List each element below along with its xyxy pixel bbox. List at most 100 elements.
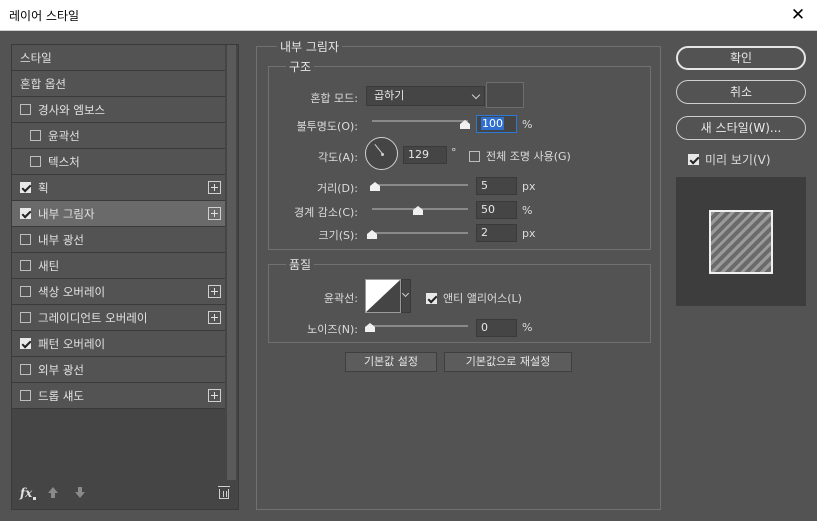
- close-icon[interactable]: ✕: [787, 4, 809, 26]
- distance-label: 거리(D):: [317, 182, 358, 195]
- window-title: 레이어 스타일: [9, 9, 80, 23]
- style-item-label: 스타일: [20, 50, 52, 65]
- style-item-label: 외부 광선: [38, 362, 84, 377]
- styles-panel: 스타일혼합 옵션경사와 엠보스윤곽선텍스처획 내부 그림자내부 광선새틴색상 오버…: [11, 44, 239, 510]
- styles-scrollbar[interactable]: [225, 45, 238, 480]
- size-slider-thumb[interactable]: [367, 230, 377, 239]
- style-item-label: 경사와 엠보스: [38, 102, 106, 117]
- choke-label: 경계 감소(C):: [294, 206, 358, 219]
- preview-label: 미리 보기(V): [705, 153, 771, 167]
- new-style-button[interactable]: 새 스타일(W)...: [676, 116, 806, 140]
- section-title: 내부 그림자: [277, 38, 343, 55]
- style-item[interactable]: 드롭 섀도: [12, 383, 226, 409]
- style-item-checkbox[interactable]: [20, 364, 31, 375]
- styles-list: 스타일혼합 옵션경사와 엠보스윤곽선텍스처획 내부 그림자내부 광선새틴색상 오버…: [12, 45, 226, 409]
- style-item-label: 패턴 오버레이: [38, 336, 106, 351]
- style-item-checkbox[interactable]: [20, 104, 31, 115]
- contour-preview[interactable]: [365, 279, 401, 313]
- style-item[interactable]: 내부 광선: [12, 227, 226, 253]
- style-item-checkbox[interactable]: [30, 130, 41, 141]
- quality-title: 품질: [286, 256, 315, 273]
- scrollbar-thumb[interactable]: [227, 45, 236, 480]
- shadow-color-swatch[interactable]: [486, 82, 524, 108]
- noise-label: 노이즈(N):: [307, 323, 358, 336]
- style-item[interactable]: 패턴 오버레이: [12, 331, 226, 357]
- opacity-label: 불투명도(O):: [296, 120, 358, 133]
- move-down-icon[interactable]: [75, 487, 85, 498]
- add-effect-icon[interactable]: [208, 311, 221, 324]
- style-item[interactable]: 텍스처: [12, 149, 226, 175]
- title-bar: 레이어 스타일 ✕: [0, 0, 817, 31]
- style-item-checkbox[interactable]: [20, 260, 31, 271]
- antialias-checkbox[interactable]: [426, 292, 437, 304]
- style-item[interactable]: 외부 광선: [12, 357, 226, 383]
- choke-input[interactable]: 50: [476, 201, 517, 219]
- noise-slider-thumb[interactable]: [365, 323, 375, 332]
- global-light-toggle[interactable]: 전체 조명 사용(G): [469, 148, 571, 164]
- global-light-checkbox[interactable]: [469, 150, 480, 162]
- blend-mode-label: 혼합 모드:: [310, 92, 358, 105]
- style-item[interactable]: 스타일: [12, 45, 226, 71]
- size-slider-track[interactable]: [372, 232, 468, 234]
- style-item-checkbox[interactable]: [20, 390, 31, 401]
- angle-unit: °: [451, 146, 457, 159]
- angle-dial[interactable]: [365, 137, 398, 170]
- reset-to-default-button[interactable]: 기본값으로 재설정: [444, 352, 572, 372]
- global-light-label: 전체 조명 사용(G): [486, 150, 571, 163]
- preview-checkbox[interactable]: [688, 154, 699, 165]
- style-item-checkbox[interactable]: [30, 156, 41, 167]
- fx-icon[interactable]: fx: [20, 486, 32, 500]
- style-item-label: 색상 오버레이: [38, 284, 106, 299]
- distance-slider-thumb[interactable]: [370, 182, 380, 191]
- noise-input[interactable]: 0: [476, 319, 517, 337]
- opacity-input[interactable]: 100: [476, 115, 517, 133]
- style-item-label: 윤곽선: [48, 128, 80, 143]
- contour-dropdown[interactable]: [401, 279, 411, 313]
- antialias-toggle[interactable]: 앤티 앨리어스(L): [426, 290, 522, 306]
- noise-slider-track[interactable]: [372, 325, 468, 327]
- contour-label: 윤곽선:: [323, 292, 358, 305]
- preview-thumbnail: [709, 210, 773, 274]
- distance-input[interactable]: 5: [476, 177, 517, 195]
- style-item-checkbox[interactable]: [20, 208, 31, 219]
- fx-menu-indicator: [33, 497, 36, 500]
- style-preview: [676, 177, 806, 306]
- preview-toggle[interactable]: 미리 보기(V): [688, 151, 771, 168]
- style-item-checkbox[interactable]: [20, 234, 31, 245]
- trash-icon[interactable]: [218, 486, 230, 499]
- blend-mode-select[interactable]: 곱하기: [366, 86, 485, 106]
- style-item[interactable]: 그레이디언트 오버레이: [12, 305, 226, 331]
- angle-dial-center: [381, 153, 384, 156]
- size-label: 크기(S):: [318, 229, 358, 242]
- size-input[interactable]: 2: [476, 224, 517, 242]
- angle-input[interactable]: 129: [403, 146, 447, 164]
- style-item-checkbox[interactable]: [20, 286, 31, 297]
- distance-slider-track[interactable]: [372, 184, 468, 186]
- style-item[interactable]: 경사와 엠보스: [12, 97, 226, 123]
- style-item[interactable]: 색상 오버레이: [12, 279, 226, 305]
- style-item-label: 텍스처: [48, 154, 80, 169]
- style-item[interactable]: 윤곽선: [12, 123, 226, 149]
- move-up-icon[interactable]: [48, 487, 58, 498]
- style-item[interactable]: 혼합 옵션: [12, 71, 226, 97]
- style-item-label: 내부 광선: [38, 232, 84, 247]
- make-default-button[interactable]: 기본값 설정: [345, 352, 437, 372]
- ok-button[interactable]: 확인: [676, 46, 806, 70]
- add-effect-icon[interactable]: [208, 181, 221, 194]
- style-item-checkbox[interactable]: [20, 182, 31, 193]
- cancel-button[interactable]: 취소: [676, 80, 806, 104]
- add-effect-icon[interactable]: [208, 389, 221, 402]
- choke-slider-thumb[interactable]: [413, 206, 423, 215]
- style-item-checkbox[interactable]: [20, 312, 31, 323]
- style-item[interactable]: 내부 그림자: [12, 201, 226, 227]
- style-item[interactable]: 획: [12, 175, 226, 201]
- distance-unit: px: [522, 180, 536, 193]
- style-item-label: 드롭 섀도: [38, 388, 84, 403]
- opacity-slider-track[interactable]: [372, 120, 468, 122]
- add-effect-icon[interactable]: [208, 207, 221, 220]
- style-item-checkbox[interactable]: [20, 338, 31, 349]
- style-item[interactable]: 새틴: [12, 253, 226, 279]
- add-effect-icon[interactable]: [208, 285, 221, 298]
- structure-title: 구조: [286, 58, 315, 75]
- opacity-slider-thumb[interactable]: [460, 120, 470, 129]
